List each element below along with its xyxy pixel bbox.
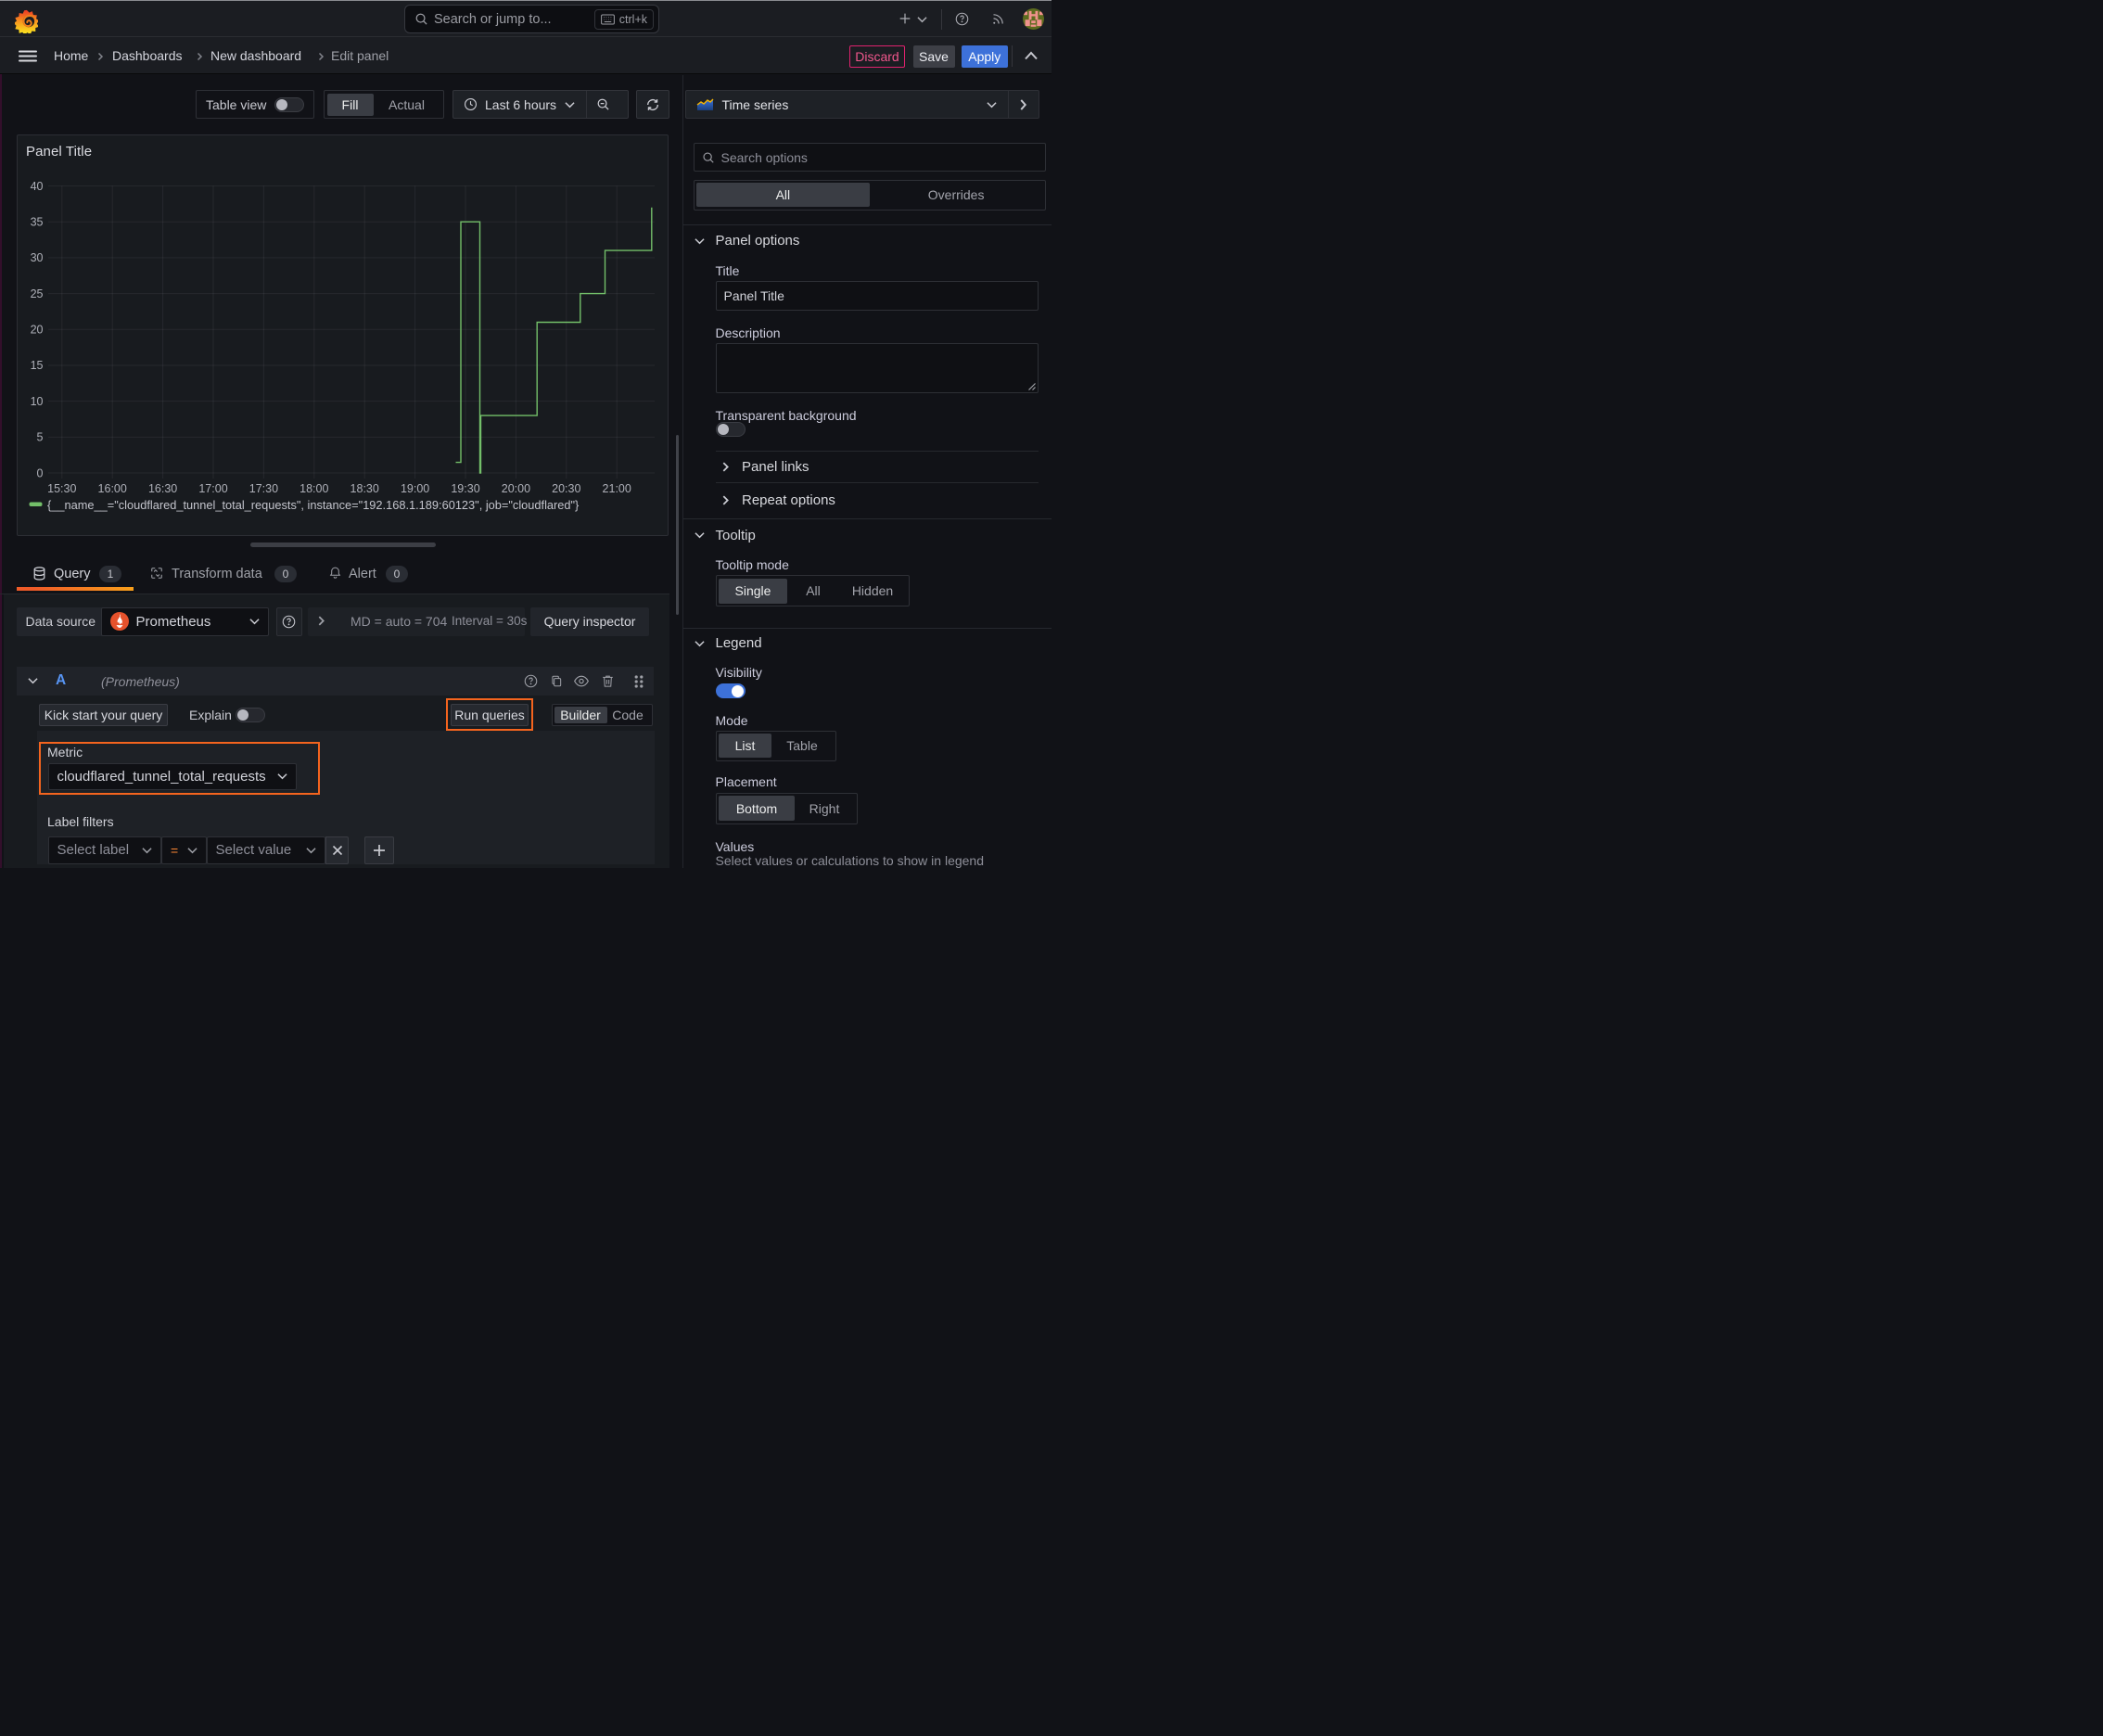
svg-text:20:00: 20:00 [502,482,530,495]
svg-text:16:00: 16:00 [98,482,127,495]
svg-text:18:00: 18:00 [300,482,328,495]
svg-text:19:30: 19:30 [451,482,479,495]
svg-text:30: 30 [31,251,44,264]
svg-text:18:30: 18:30 [350,482,379,495]
svg-text:20: 20 [31,324,44,337]
svg-text:{__name__="cloudflared_tunnel_: {__name__="cloudflared_tunnel_total_requ… [47,498,580,512]
svg-text:15:30: 15:30 [47,482,76,495]
svg-text:17:30: 17:30 [249,482,278,495]
svg-text:25: 25 [31,287,44,300]
svg-text:16:30: 16:30 [148,482,177,495]
svg-text:0: 0 [37,466,44,479]
svg-text:20:30: 20:30 [552,482,580,495]
svg-text:10: 10 [31,395,44,408]
svg-text:21:00: 21:00 [603,482,631,495]
svg-text:35: 35 [31,215,44,228]
svg-text:19:00: 19:00 [401,482,429,495]
svg-text:40: 40 [31,180,44,193]
svg-text:17:00: 17:00 [198,482,227,495]
svg-text:5: 5 [37,431,44,444]
svg-text:15: 15 [31,359,44,372]
